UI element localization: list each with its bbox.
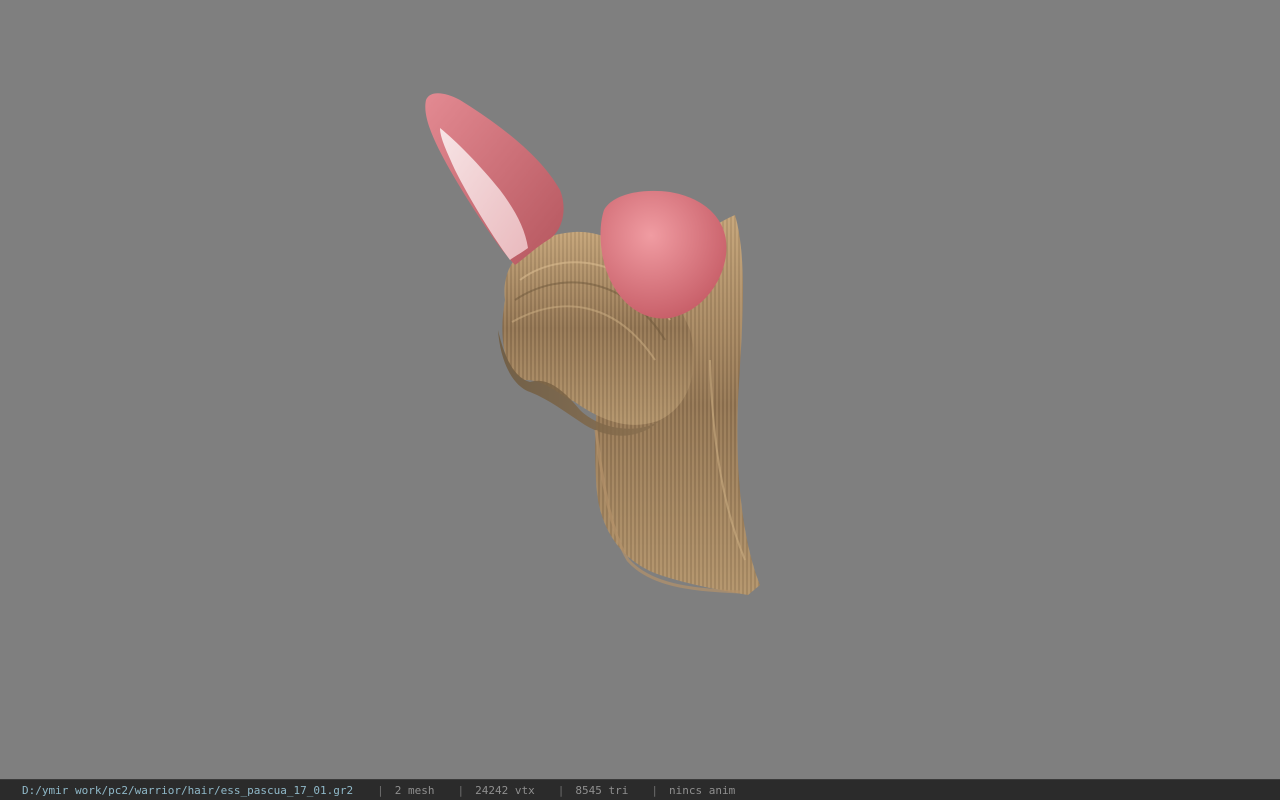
3d-viewport[interactable] bbox=[0, 0, 1280, 779]
separator: | bbox=[651, 783, 658, 797]
vertex-count: 24242 vtx bbox=[475, 783, 535, 797]
separator: | bbox=[457, 783, 465, 797]
file-path: D:/ymir work/pc2/warrior/hair/ess_pascua… bbox=[22, 783, 354, 797]
bunny-ear-hair-model-icon bbox=[425, 93, 760, 595]
anim-status: nincs anim bbox=[668, 783, 736, 797]
status-bar: D:/ymir work/pc2/warrior/hair/ess_pascua… bbox=[0, 779, 1280, 800]
triangle-count: 8545 tri bbox=[575, 783, 629, 797]
separator: | bbox=[377, 783, 384, 797]
separator: | bbox=[557, 783, 565, 797]
mesh-count: 2 mesh bbox=[394, 783, 435, 797]
